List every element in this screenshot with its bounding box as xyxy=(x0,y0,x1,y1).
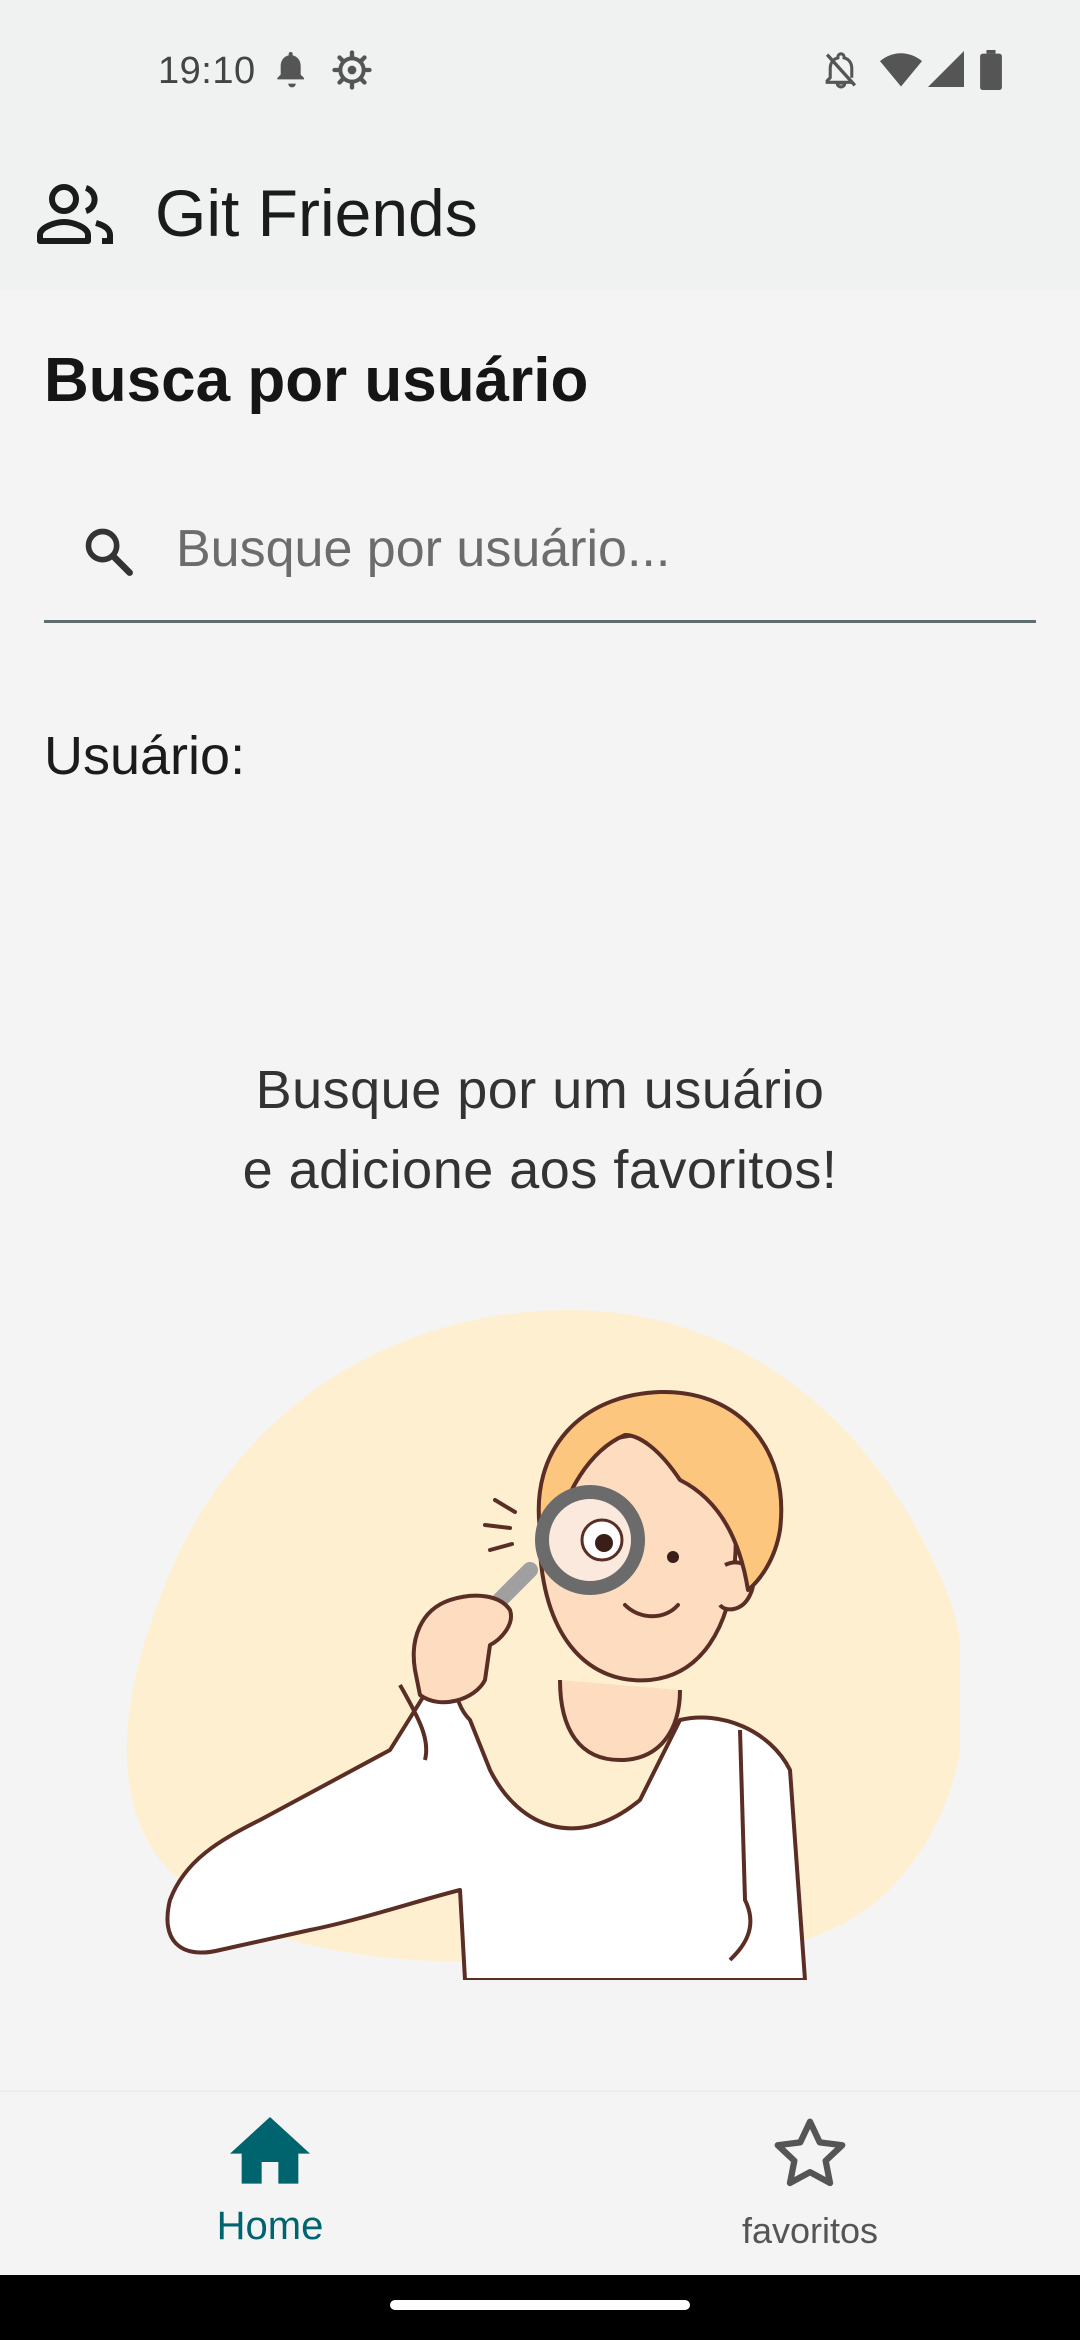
notification-bell-icon xyxy=(277,52,304,88)
page-title: Busca por usuário xyxy=(44,346,589,415)
search-icon xyxy=(85,528,133,576)
empty-state-message: Busque por um usuário e adicione aos fav… xyxy=(0,1050,1080,1210)
app-title: Git Friends xyxy=(155,176,478,250)
nav-item-favoritos[interactable]: favoritos xyxy=(540,2092,1080,2277)
home-icon xyxy=(230,2117,310,2184)
settings-gear-icon xyxy=(332,50,372,90)
signal-icon xyxy=(928,51,964,87)
star-outline-icon xyxy=(774,2118,846,2187)
bottom-nav: Home favoritos xyxy=(0,2090,1080,2275)
empty-state-line-1: Busque por um usuário xyxy=(255,1060,825,1120)
screen: 19:10 Git Friends Busca por usuário Busq… xyxy=(0,0,1080,2340)
nav-label-home: Home xyxy=(216,2204,324,2248)
wifi-icon xyxy=(880,53,922,87)
status-bar: 19:10 xyxy=(0,0,1080,145)
person-with-magnifying-glass-illustration xyxy=(126,1310,960,1980)
people-icon xyxy=(37,184,113,244)
search-field[interactable] xyxy=(44,475,1036,623)
search-input[interactable] xyxy=(176,507,996,591)
home-gesture-handle[interactable] xyxy=(390,2300,690,2310)
battery-icon xyxy=(980,50,1002,90)
nav-item-home[interactable]: Home xyxy=(0,2092,540,2277)
do-not-disturb-icon xyxy=(825,52,857,89)
user-label: Usuário: xyxy=(44,726,246,786)
empty-state-line-2: e adicione aos favoritos! xyxy=(242,1140,838,1200)
gesture-bar xyxy=(0,2275,1080,2340)
nav-label-favoritos: favoritos xyxy=(741,2210,879,2251)
status-time: 19:10 xyxy=(158,50,256,92)
app-bar: Git Friends xyxy=(0,145,1080,290)
